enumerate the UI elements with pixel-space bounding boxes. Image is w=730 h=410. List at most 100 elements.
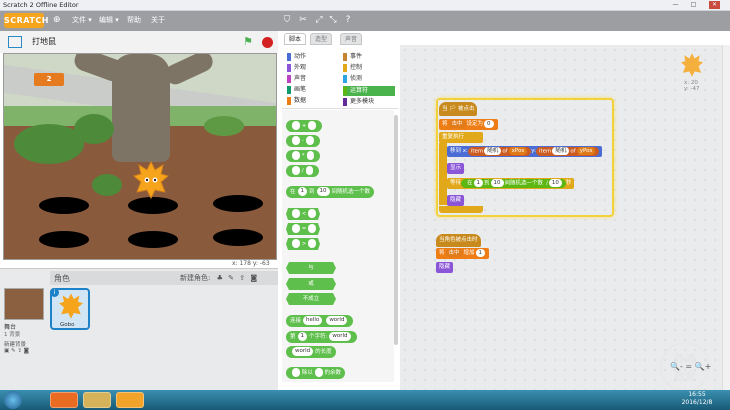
fullscreen-icon[interactable] — [8, 36, 22, 48]
block-or[interactable]: 或 — [286, 278, 336, 290]
mole-hole — [39, 197, 89, 214]
new-sprite-text: 新建角色: — [180, 274, 211, 282]
sprite-position: x: 20 y: -47 — [684, 80, 699, 92]
stage-thumbnail[interactable] — [4, 288, 44, 320]
menu-bar: ⊕ 文件 ▾ 编辑 ▾ 帮助 关于 ⛉ ✂ ⤢ ⤡ ? — [0, 11, 730, 31]
block-change-variable[interactable]: 将击中 增加 1 — [436, 248, 490, 259]
window-title: Scratch 2 Offline Editor — [3, 1, 79, 9]
palette-scrollbar[interactable] — [394, 115, 398, 345]
project-name[interactable]: 打地鼠 — [32, 36, 56, 47]
tab-sounds[interactable]: 声音 — [340, 33, 363, 45]
block-forever[interactable]: 重复执行 — [439, 132, 483, 143]
zoom-out-icon[interactable]: 🔍- — [670, 362, 683, 371]
block-when-flag-clicked[interactable]: 当 🏳 被点击 — [439, 102, 478, 116]
help-icon[interactable]: ? — [342, 14, 354, 26]
category-events[interactable]: 事件 — [343, 52, 395, 62]
upload-sprite-icon[interactable]: ⇪ — [239, 274, 245, 282]
block-pick-random[interactable]: 在 1 到 10 间随机选一个数 — [286, 186, 375, 198]
menu-about[interactable]: 关于 — [151, 15, 165, 25]
category-more-blocks[interactable]: 更多模块 — [343, 97, 395, 107]
category-data[interactable]: 数据 — [287, 96, 337, 106]
minimize-button[interactable]: — — [670, 1, 681, 9]
block-multiply[interactable]: * — [286, 150, 321, 162]
taskbar-app-explorer[interactable] — [83, 392, 111, 408]
script-area[interactable] — [400, 45, 722, 390]
sprite-pane — [0, 268, 278, 390]
menu-edit[interactable]: 编辑 ▾ — [99, 15, 119, 25]
start-button[interactable] — [4, 391, 22, 409]
clock-time: 16:55 — [688, 391, 706, 398]
block-equals[interactable]: = — [286, 223, 320, 235]
block-join[interactable]: 连接 hello world — [286, 315, 354, 327]
scratch-logo[interactable]: SCRATCH — [4, 13, 48, 28]
tab-scripts[interactable]: 脚本 — [284, 33, 307, 45]
new-sprite-label: 新建角色: ♣ ✎ ⇪ ◙ — [180, 273, 257, 283]
gobo-sprite[interactable] — [133, 160, 169, 200]
category-pen[interactable]: 画笔 — [287, 85, 337, 95]
taskbar-app-presentation[interactable] — [50, 392, 78, 408]
block-wait[interactable]: 等待在 1 到 10 间随机选一个数/10 秒 — [447, 178, 575, 189]
block-hide-2[interactable]: 隐藏 — [436, 262, 454, 273]
backdrop-library-icon[interactable]: ▣ — [4, 348, 9, 354]
duplicate-icon[interactable]: ⛉ — [281, 14, 293, 26]
sprite-name: Gobo — [60, 322, 75, 328]
plant — [204, 116, 244, 136]
category-operators[interactable]: 运算符 — [343, 86, 395, 96]
close-button[interactable]: ✕ — [709, 1, 720, 9]
mole-hole — [39, 231, 89, 248]
block-length-of[interactable]: world 的长度 — [286, 346, 336, 358]
grow-icon[interactable]: ⤢ — [313, 14, 325, 26]
maximize-button[interactable]: □ — [688, 1, 699, 9]
taskbar-app-scratch[interactable] — [116, 392, 144, 408]
backdrop-count: 1 背景 — [4, 332, 21, 338]
sprite-library-icon[interactable]: ♣ — [217, 274, 223, 282]
paint-sprite-icon[interactable]: ✎ — [228, 274, 234, 282]
block-subtract[interactable]: - — [286, 135, 320, 147]
block-hide[interactable]: 隐藏 — [447, 195, 465, 206]
backdrop-camera-icon[interactable]: ◙ — [24, 348, 29, 354]
block-mod[interactable]: 除以 的余数 — [286, 367, 346, 379]
category-motion[interactable]: 动作 — [287, 52, 337, 62]
upload-backdrop-icon[interactable]: ⇪ — [17, 348, 22, 354]
category-looks[interactable]: 外观 — [287, 63, 337, 73]
green-flag-icon[interactable]: ⚑ — [243, 36, 255, 48]
new-backdrop-label: 新建背景 ▣ ✎ ⇪ ◙ — [4, 340, 29, 354]
block-when-sprite-clicked[interactable]: 当角色被点击时 — [436, 234, 481, 247]
block-goto-xy[interactable]: 移到 x: item 随机 of xPos y: item 随机 of yPos — [447, 146, 603, 157]
plant — [92, 174, 122, 196]
category-sound[interactable]: 声音 — [287, 74, 337, 84]
category-sensing[interactable]: 侦测 — [343, 74, 395, 84]
block-less-than[interactable]: < — [286, 208, 320, 220]
block-show[interactable]: 显示 — [447, 163, 465, 174]
sprite-y: y: -47 — [684, 86, 700, 92]
title-bar: Scratch 2 Offline Editor — □ ✕ — [0, 0, 730, 11]
delete-icon[interactable]: ✂ — [297, 14, 309, 26]
shrink-icon[interactable]: ⤡ — [327, 14, 339, 26]
block-and[interactable]: 与 — [286, 262, 336, 274]
clock-date: 2016/12/8 — [681, 399, 713, 406]
block-letter-of[interactable]: 第 1 个字符: world — [286, 331, 357, 343]
sprite-info-icon[interactable]: i — [50, 288, 59, 297]
menu-file[interactable]: 文件 ▾ — [72, 15, 92, 25]
taskbar-clock[interactable]: 16:55 2016/12/8 — [672, 391, 722, 407]
block-divide[interactable]: / — [286, 165, 320, 177]
block-add[interactable]: + — [286, 120, 323, 132]
paint-backdrop-icon[interactable]: ✎ — [11, 348, 16, 354]
tab-costumes[interactable]: 造型 — [310, 33, 333, 45]
score-display: 2 — [34, 73, 64, 86]
stop-icon[interactable] — [262, 37, 273, 48]
mole-hole — [213, 195, 263, 212]
tree-trunk — [112, 54, 170, 162]
block-greater-than[interactable]: > — [286, 238, 320, 250]
block-not[interactable]: 不成立 — [286, 293, 336, 305]
script-scrollbar[interactable] — [722, 45, 730, 390]
menu-help[interactable]: 帮助 — [127, 15, 141, 25]
block-set-variable[interactable]: 将击中 设定为 0 — [439, 119, 498, 130]
zoom-controls: 🔍- = 🔍+ — [670, 362, 711, 371]
forever-arm — [439, 143, 447, 205]
camera-icon[interactable]: ◙ — [250, 274, 257, 282]
category-control[interactable]: 控制 — [343, 63, 395, 73]
zoom-in-icon[interactable]: 🔍+ — [695, 362, 712, 371]
zoom-reset-icon[interactable]: = — [685, 362, 692, 371]
globe-icon[interactable]: ⊕ — [53, 15, 61, 25]
